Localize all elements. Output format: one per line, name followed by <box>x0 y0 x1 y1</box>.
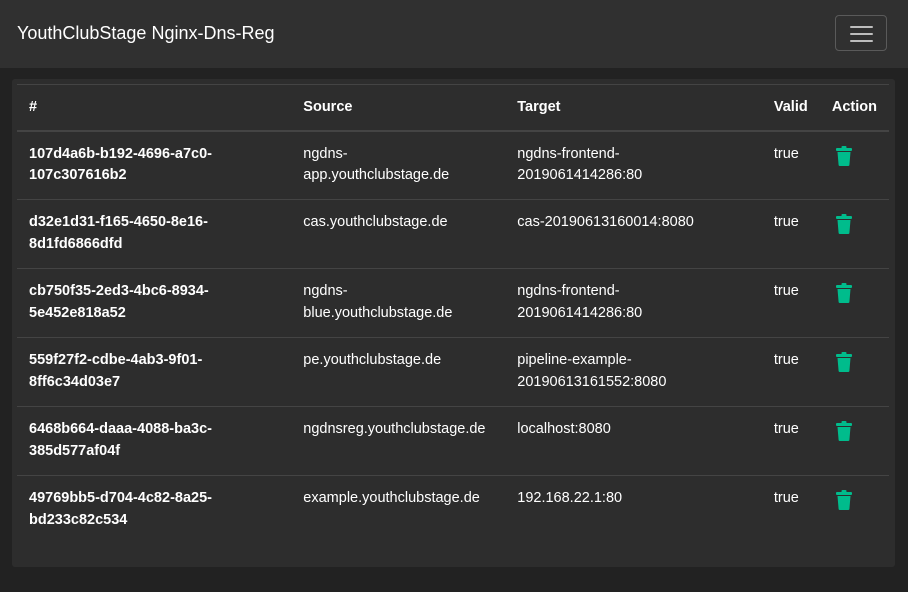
entry-valid: true <box>761 199 820 269</box>
entry-id: cb750f35-2ed3-4bc6-8934- 5e452e818a52 <box>17 268 292 338</box>
entry-action <box>819 130 889 200</box>
entry-source: ngdns-blue.youthclubstage.de <box>291 268 506 338</box>
entry-id: 49769bb5-d704-4c82-8a25- bd233c82c534 <box>17 476 291 545</box>
entry-source-line-1: ngdns- <box>303 145 348 162</box>
entry-target: ngdns-frontend- 2019061414286:80 <box>505 268 762 338</box>
entry-action <box>819 337 889 407</box>
entry-target: pipeline-example- 20190613161552:8080 <box>505 337 762 407</box>
entry-source-line-1: ngdns- <box>303 283 348 299</box>
entry-id-line-2: 385d577af04f <box>29 442 121 459</box>
navbar: YouthClubStage Nginx-Dns-Reg <box>0 0 908 68</box>
dns-entries-table: # Source Target Valid Action 107d4a6b-b1… <box>17 84 889 545</box>
entry-valid: true <box>761 337 820 407</box>
entry-id: d32e1d31-f165-4650-8e16- 8d1fd6866dfd <box>17 199 292 269</box>
entry-target-line-2: 2019061414286:80 <box>517 304 643 321</box>
entry-id-line-2: bd233c82c534 <box>29 511 128 528</box>
entry-target-line-1: cas-20190613160014:8080 <box>517 214 694 230</box>
trash-icon[interactable] <box>835 283 852 311</box>
entry-source-line-2: app.youthclubstage.de <box>303 167 450 183</box>
header-action: Action <box>819 84 889 132</box>
table-row: 107d4a6b-b192-4696-a7c0- 107c307616b2 ngdn… <box>17 130 889 200</box>
trash-icon[interactable] <box>835 352 852 380</box>
entry-source: example.youthclubstage.de <box>291 476 505 545</box>
entry-valid: true <box>761 406 820 476</box>
entry-target-line-2: 2019061414286:80 <box>517 167 643 183</box>
entry-target-line-1: ngdns-frontend- <box>517 283 620 299</box>
navbar-toggler-button[interactable] <box>835 15 887 51</box>
table-row: d32e1d31-f165-4650-8e16- 8d1fd6866dfd cas.… <box>17 199 889 269</box>
entry-action <box>820 476 889 545</box>
entry-id-line-1: d32e1d31-f165-4650-8e16- <box>29 214 208 230</box>
entry-source-line-2: blue.youthclubstage.de <box>303 304 453 321</box>
navbar-brand[interactable]: YouthClubStage Nginx-Dns-Reg <box>17 21 274 45</box>
dns-entries-card: # Source Target Valid Action 107d4a6b-b1… <box>12 79 895 567</box>
entry-target-line-1: ngdns-frontend- <box>517 145 620 162</box>
entry-source-line-1: pe.youthclubstage.de <box>303 352 442 368</box>
table-header-row: # Source Target Valid Action <box>17 84 889 132</box>
trash-icon[interactable] <box>835 490 852 518</box>
entry-source-line-1: ngdnsreg.youthclubstage.de <box>303 421 486 437</box>
entry-source-line-1: cas.youthclubstage.de <box>303 214 448 230</box>
hamburger-menu-icon <box>850 26 873 28</box>
entry-target-line-1: 192.168.22.1:80 <box>517 490 623 506</box>
header-valid: Valid <box>761 84 820 132</box>
header-id: # <box>17 84 292 132</box>
entry-source: ngdnsreg.youthclubstage.de <box>291 406 506 476</box>
entry-target: cas-20190613160014:8080 <box>505 199 762 269</box>
entry-action <box>819 199 889 269</box>
entry-id: 107d4a6b-b192-4696-a7c0- 107c307616b2 <box>17 130 292 200</box>
table-row: 49769bb5-d704-4c82-8a25- bd233c82c534 exam… <box>17 476 889 545</box>
trash-icon[interactable] <box>835 145 852 174</box>
entry-source: pe.youthclubstage.de <box>291 337 506 407</box>
table-row: 6468b664-daaa-4088-ba3c- 385d577af04f ngdn… <box>17 406 889 476</box>
entry-action <box>819 268 889 338</box>
entry-id-line-1: 6468b664-daaa-4088-ba3c- <box>29 421 212 437</box>
entry-target: 192.168.22.1:80 <box>505 476 762 545</box>
trash-icon[interactable] <box>835 214 852 242</box>
header-target: Target <box>505 84 762 132</box>
entry-id-line-2: 107c307616b2 <box>29 167 127 183</box>
entry-source: ngdns-app.youthclubstage.de <box>291 130 506 200</box>
entry-valid: true <box>761 130 820 200</box>
entry-id: 6468b664-daaa-4088-ba3c- 385d577af04f <box>17 406 292 476</box>
entry-id-line-2: 8d1fd6866dfd <box>29 235 123 252</box>
entry-target-line-2: 20190613161552:8080 <box>517 373 667 390</box>
entry-id-line-1: 107d4a6b-b192-4696-a7c0- <box>29 145 212 162</box>
entry-id-line-1: 559f27f2-cdbe-4ab3-9f01- <box>29 352 203 368</box>
entry-valid: true <box>761 268 820 338</box>
entry-target-line-1: pipeline-example- <box>517 352 632 368</box>
table-row: 559f27f2-cdbe-4ab3-9f01- 8ff6c34d03e7 pe.y… <box>17 337 889 407</box>
entry-action <box>819 406 889 476</box>
entry-target-line-1: localhost:8080 <box>517 421 611 437</box>
entry-id-line-2: 5e452e818a52 <box>29 304 126 321</box>
entry-target: localhost:8080 <box>505 406 762 476</box>
entry-target: ngdns-frontend- 2019061414286:80 <box>505 130 762 200</box>
entry-id: 559f27f2-cdbe-4ab3-9f01- 8ff6c34d03e7 <box>17 337 292 407</box>
table-row: cb750f35-2ed3-4bc6-8934- 5e452e818a52 ngdn… <box>17 268 889 338</box>
entry-id-line-2: 8ff6c34d03e7 <box>29 373 121 390</box>
trash-icon[interactable] <box>835 421 852 449</box>
entry-source-line-1: example.youthclubstage.de <box>303 490 480 506</box>
entry-id-line-1: 49769bb5-d704-4c82-8a25- <box>29 490 212 506</box>
entry-valid: true <box>773 490 799 506</box>
header-source: Source <box>291 84 506 132</box>
entry-id-line-1: cb750f35-2ed3-4bc6-8934- <box>29 283 209 299</box>
entry-source: cas.youthclubstage.de <box>291 199 506 269</box>
